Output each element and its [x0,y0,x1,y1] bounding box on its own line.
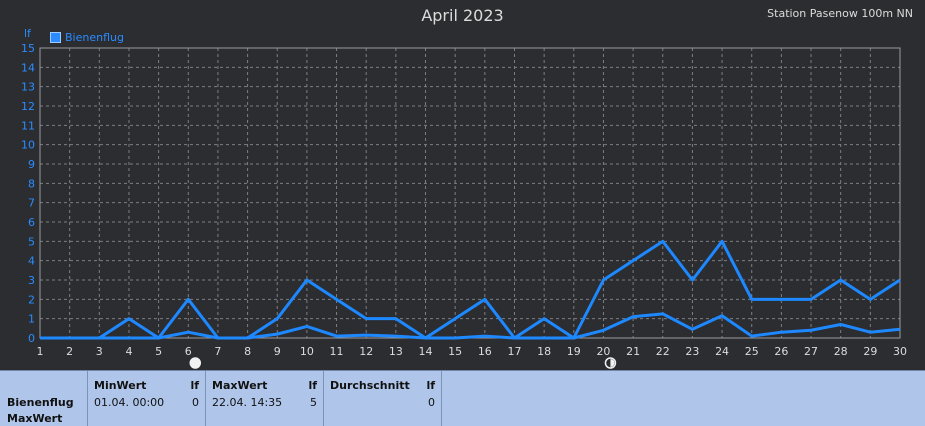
row-label-type: MaxWert [7,412,63,425]
x-tick-label: 30 [893,345,907,358]
y-tick-label: 6 [28,216,35,229]
x-tick-label: 15 [448,345,462,358]
min-date: 01.04. 00:00 [94,396,165,409]
plot-area [40,48,900,338]
y-tick-label: 4 [28,255,35,268]
avg-column: Durchschnitt lf 0 [324,371,442,426]
x-tick-label: 9 [274,345,281,358]
x-tick-label: 1 [37,345,44,358]
max-value: 5 [310,396,317,409]
y-tick-label: 2 [28,293,35,306]
row-label-series: Bienenflug [7,396,74,409]
x-tick-label: 22 [656,345,670,358]
avg-value: 0 [428,396,435,409]
x-tick-label: 27 [804,345,818,358]
chart-area: 0 1 2 3 4 5 6 7 8 9 10 11 12 13 14 15 1 2 3 4 5 6 7 8 9 10 11 12 13 1… [0,0,925,370]
y-tick-label: 0 [28,332,35,345]
x-tick-label: 16 [478,345,492,358]
statistics-footer: Bienenflug MaxWert MinWert lf 01.04. 00:… [0,370,925,426]
x-tick-label: 3 [96,345,103,358]
line-chart: 01234567891011121314151 2 3 4 5 6 7 8 9 10 11 12 13 1… [21,42,907,369]
x-tick-label: 4 [125,345,132,358]
y-tick-label: 8 [28,177,35,190]
y-tick-label: 14 [21,61,35,74]
y-tick-label: 11 [21,119,35,132]
y-tick-label: 5 [28,235,35,248]
x-tick-label: 21 [626,345,640,358]
max-column: MaxWert lf 22.04. 14:35 5 [206,371,324,426]
legend-label: Bienenflug [65,31,124,44]
legend-swatch [50,32,61,43]
x-tick-label: 8 [244,345,251,358]
x-tick-label: 12 [359,345,373,358]
x-tick-label: 19 [567,345,581,358]
max-date: 22.04. 14:35 [212,396,283,409]
y-tick-label: 9 [28,158,35,171]
x-tick-label: 13 [389,345,403,358]
min-column: MinWert lf 01.04. 00:00 0 [88,371,206,426]
x-tick-label: 24 [715,345,729,358]
station-label: Station Pasenow 100m NN [767,7,913,20]
avg-unit: lf [426,379,435,392]
min-header: MinWert [94,379,147,392]
x-tick-label: 6 [185,345,192,358]
x-tick-label: 18 [537,345,551,358]
x-tick-label: 5 [155,345,162,358]
x-tick-label: 28 [834,345,848,358]
x-tick-label: 23 [685,345,699,358]
y-tick-label: 13 [21,81,35,94]
x-tick-label: 2 [66,345,73,358]
y-tick-label: 7 [28,197,35,210]
y-tick-label: 3 [28,274,35,287]
x-tick-label: 25 [745,345,759,358]
full-moon-icon [189,357,202,369]
max-unit: lf [308,379,317,392]
x-tick-label: 7 [214,345,221,358]
x-tick-label: 20 [596,345,610,358]
max-header: MaxWert [212,379,268,392]
row-label-column: Bienenflug MaxWert [0,371,88,426]
y-tick-label: 15 [21,42,35,55]
y-axis-unit: lf [24,27,31,40]
x-tick-label: 26 [774,345,788,358]
y-tick-label: 12 [21,100,35,113]
x-tick-label: 17 [507,345,521,358]
min-unit: lf [190,379,199,392]
min-value: 0 [192,396,199,409]
legend[interactable]: Bienenflug [50,31,124,44]
x-tick-label: 14 [419,345,433,358]
x-tick-label: 29 [863,345,877,358]
avg-header: Durchschnitt [330,379,410,392]
x-tick-label: 11 [330,345,344,358]
x-tick-label: 10 [300,345,314,358]
y-tick-label: 10 [21,139,35,152]
y-tick-label: 1 [28,313,35,326]
